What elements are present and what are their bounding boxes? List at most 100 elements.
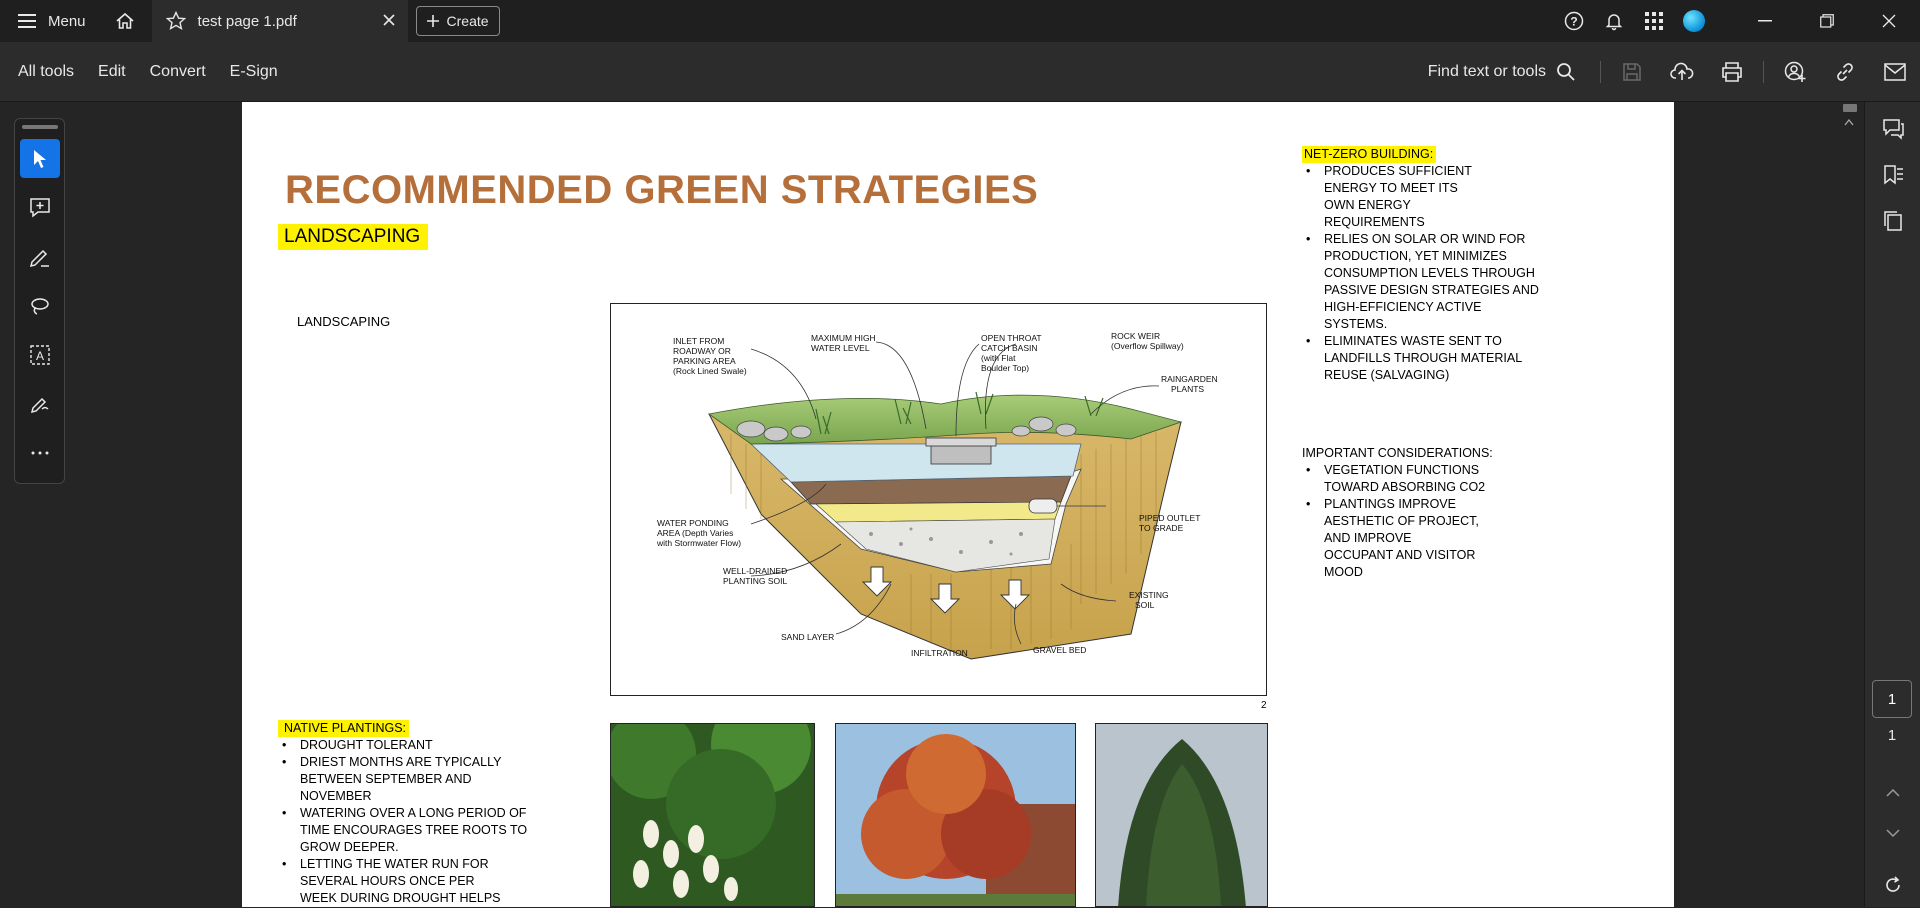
home-icon bbox=[116, 12, 134, 29]
close-tab-icon[interactable] bbox=[380, 11, 398, 29]
svg-text:A: A bbox=[35, 349, 43, 363]
pen-sign-icon bbox=[30, 398, 49, 414]
current-page-input[interactable]: 1 bbox=[1872, 680, 1912, 718]
titlebar-actions: ? bbox=[1554, 0, 1920, 42]
page-number-mark: 2 bbox=[1261, 700, 1267, 711]
photo-magnolia bbox=[1095, 723, 1268, 907]
star-icon[interactable] bbox=[165, 11, 186, 31]
help-icon: ? bbox=[1564, 11, 1584, 31]
net-zero-section: NET-ZERO BUILDING: PRODUCES SUFFICIENT E… bbox=[1302, 146, 1602, 384]
divider bbox=[1600, 61, 1601, 83]
text-box-tool-button[interactable]: A bbox=[20, 336, 60, 375]
raingarden-diagram: INLET FROM ROADWAY OR PARKING AREA (Rock Li… bbox=[610, 303, 1267, 696]
help-button[interactable]: ? bbox=[1554, 0, 1594, 42]
refresh-button[interactable] bbox=[1865, 862, 1920, 908]
list-item: DRIEST MONTHS ARE TYPICALLY BETWEEN SEPT… bbox=[278, 754, 538, 805]
scrollbar-thumb[interactable] bbox=[1843, 104, 1857, 112]
add-comment-button[interactable] bbox=[20, 188, 60, 227]
highlighter-icon bbox=[29, 249, 49, 267]
drag-handle[interactable] bbox=[21, 125, 58, 129]
label-catch-basin: OPEN THROAT CATCH BASIN (with Flat Boulder … bbox=[981, 333, 1042, 373]
next-page-button[interactable] bbox=[1865, 810, 1920, 856]
add-user-icon bbox=[1784, 61, 1806, 82]
bookmarks-panel-button[interactable] bbox=[1865, 152, 1920, 198]
tab-e-sign[interactable]: E-Sign bbox=[218, 63, 290, 81]
list-item: PRODUCES SUFFICIENT ENERGY TO MEET ITS O… bbox=[1302, 163, 1487, 231]
find-text-or-tools[interactable]: Find text or tools bbox=[1428, 62, 1594, 82]
close-icon bbox=[1882, 14, 1896, 28]
link-button[interactable] bbox=[1820, 42, 1870, 102]
vertical-scrollbar[interactable] bbox=[1842, 102, 1857, 907]
bookmark-icon bbox=[1884, 165, 1903, 185]
account-button[interactable] bbox=[1674, 0, 1714, 42]
draw-tool-button[interactable] bbox=[20, 286, 60, 325]
highlight-tool-button[interactable] bbox=[20, 237, 60, 276]
restore-button[interactable] bbox=[1796, 0, 1858, 42]
find-label: Find text or tools bbox=[1427, 63, 1546, 80]
label-rock-weir: ROCK WEIR (Overflow Spillway) bbox=[1111, 331, 1184, 351]
considerations-list: VEGETATION FUNCTIONS TOWARD ABSORBING CO… bbox=[1302, 462, 1602, 581]
select-tool-button[interactable] bbox=[19, 138, 60, 179]
title-bar: Menu test page 1.pdf Create ? bbox=[0, 0, 1920, 42]
plus-icon bbox=[426, 15, 439, 27]
print-button[interactable] bbox=[1707, 42, 1757, 102]
sign-tool-button[interactable] bbox=[20, 385, 60, 424]
comment-plus-icon bbox=[29, 197, 50, 218]
quick-tools-panel: A bbox=[14, 118, 65, 484]
chevron-down-icon bbox=[1886, 829, 1900, 837]
email-button[interactable] bbox=[1870, 42, 1920, 102]
list-item: VEGETATION FUNCTIONS TOWARD ABSORBING CO… bbox=[1302, 462, 1487, 496]
important-considerations-section: IMPORTANT CONSIDERATIONS: VEGETATION FUN… bbox=[1302, 445, 1602, 581]
notifications-button[interactable] bbox=[1594, 0, 1634, 42]
total-pages: 1 bbox=[1887, 727, 1897, 744]
create-button[interactable]: Create bbox=[415, 6, 500, 36]
upload-button[interactable] bbox=[1657, 42, 1707, 102]
tab-edit[interactable]: Edit bbox=[86, 63, 138, 81]
svg-text:?: ? bbox=[1570, 15, 1577, 29]
tab-all-tools[interactable]: All tools bbox=[6, 63, 86, 81]
menu-label: Menu bbox=[48, 12, 86, 30]
bell-icon bbox=[1605, 14, 1623, 31]
chevron-up-icon bbox=[1886, 789, 1900, 797]
mail-icon bbox=[1884, 63, 1906, 81]
page-title: RECOMMENDED GREEN STRATEGIES bbox=[285, 168, 1039, 212]
native-plantings-heading: NATIVE PLANTINGS: bbox=[278, 720, 410, 737]
landscaping-label: LANDSCAPING bbox=[297, 314, 391, 329]
apps-grid-icon bbox=[1645, 12, 1663, 30]
workspace: A RECOMMENDED GREEN STRATEGIES LANDSCAPI… bbox=[0, 102, 1920, 907]
label-inlet: INLET FROM ROADWAY OR PARKING AREA (Rock Li… bbox=[673, 336, 747, 376]
more-dots-icon bbox=[31, 451, 48, 455]
comments-panel-button[interactable] bbox=[1865, 106, 1920, 152]
photo-red-maple bbox=[835, 723, 1076, 907]
pages-panel-button[interactable] bbox=[1865, 198, 1920, 244]
apps-button[interactable] bbox=[1634, 0, 1674, 42]
tab-convert[interactable]: Convert bbox=[138, 63, 218, 81]
more-tools-button[interactable] bbox=[20, 434, 60, 473]
label-raingarden: RAINGARDEN PLANTS bbox=[1161, 374, 1218, 394]
pdf-page[interactable]: RECOMMENDED GREEN STRATEGIES LANDSCAPING… bbox=[242, 102, 1674, 907]
save-button[interactable] bbox=[1607, 42, 1657, 102]
search-icon bbox=[1557, 63, 1575, 81]
cloud-upload-icon bbox=[1670, 62, 1694, 80]
divider bbox=[1763, 61, 1764, 83]
print-icon bbox=[1722, 62, 1742, 82]
document-tab[interactable]: test page 1.pdf bbox=[151, 0, 408, 42]
create-label: Create bbox=[446, 13, 489, 29]
native-plantings-list: DROUGHT TOLERANT DRIEST MONTHS ARE TYPIC… bbox=[278, 737, 578, 907]
menu-button[interactable]: Menu bbox=[0, 0, 104, 42]
label-ponding: WATER PONDING AREA (Depth Varies with Stor… bbox=[656, 518, 741, 548]
avatar bbox=[1683, 10, 1705, 32]
raingarden-cross-section: INLET FROM ROADWAY OR PARKING AREA (Rock Li… bbox=[656, 331, 1218, 660]
minimize-button[interactable] bbox=[1734, 0, 1796, 42]
home-button[interactable] bbox=[104, 0, 146, 42]
scroll-up-icon[interactable] bbox=[1844, 118, 1854, 126]
list-item: PLANTINGS IMPROVE AESTHETIC OF PROJECT, … bbox=[1302, 496, 1482, 581]
label-planting-soil: WELL-DRAINED PLANTING SOIL bbox=[723, 566, 788, 586]
label-piped-outlet: PIPED OUTLET TO GRADE bbox=[1139, 513, 1200, 533]
copy-pages-icon bbox=[1884, 211, 1902, 231]
close-window-button[interactable] bbox=[1858, 0, 1920, 42]
refresh-icon bbox=[1886, 876, 1900, 892]
share-user-button[interactable] bbox=[1770, 42, 1820, 102]
link-icon bbox=[1837, 63, 1853, 81]
photo-hydrangea bbox=[610, 723, 815, 907]
